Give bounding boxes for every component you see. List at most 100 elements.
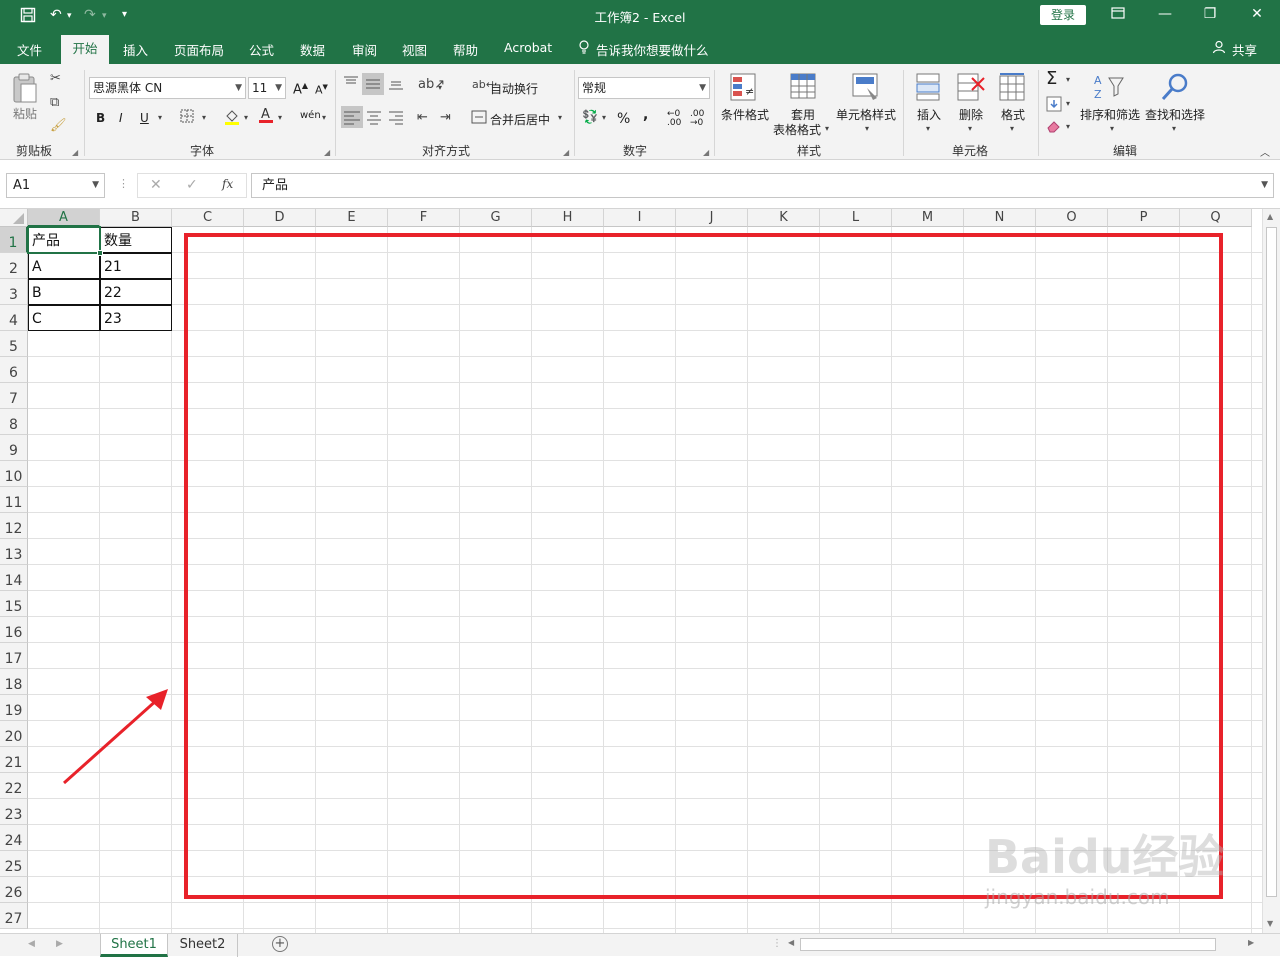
collapse-ribbon-icon[interactable]: ︿ bbox=[1260, 144, 1270, 159]
merge-center-icon[interactable] bbox=[471, 110, 487, 128]
tab-home[interactable]: 开始 bbox=[61, 35, 109, 64]
expand-formula-bar-icon[interactable]: ▼ bbox=[1261, 174, 1268, 197]
hscroll-right-icon[interactable]: ▶ bbox=[1248, 938, 1254, 947]
horizontal-scroll-thumb[interactable] bbox=[800, 938, 1216, 951]
number-launcher-icon[interactable]: ◢ bbox=[703, 148, 709, 157]
scroll-down-icon[interactable]: ▼ bbox=[1267, 919, 1273, 928]
accounting-dropdown-icon[interactable]: ▾ bbox=[602, 113, 606, 122]
alignment-launcher-icon[interactable]: ◢ bbox=[563, 148, 569, 157]
comma-style-button[interactable]: , bbox=[643, 107, 648, 123]
font-color-icon[interactable]: A bbox=[258, 106, 274, 128]
format-as-table-dropdown-icon[interactable]: ▾ bbox=[825, 124, 829, 133]
format-cells-button[interactable]: 格式 bbox=[1001, 106, 1025, 123]
conditional-formatting-icon[interactable]: ≠ bbox=[729, 72, 759, 106]
underline-button[interactable]: U bbox=[140, 111, 149, 125]
sheet-tab-sheet1[interactable]: Sheet1 bbox=[100, 934, 168, 957]
minimize-icon[interactable]: — bbox=[1155, 6, 1175, 22]
fill-color-dropdown-icon[interactable]: ▾ bbox=[244, 113, 248, 122]
tab-help[interactable]: 帮助 bbox=[453, 40, 478, 59]
clear-dropdown-icon[interactable]: ▾ bbox=[1066, 122, 1070, 131]
cancel-icon[interactable]: ✕ bbox=[150, 177, 162, 193]
format-cells-icon[interactable] bbox=[998, 72, 1028, 106]
format-painter-icon[interactable]: 🖌 bbox=[50, 118, 67, 133]
worksheet-grid[interactable]: ABCDEFGHIJKLMNOPQ 1 2 3 4 5 6 7 8 9 10 11 12 13 14 15 1… bbox=[0, 209, 1262, 933]
more-sheets-icon[interactable]: ⋮ bbox=[772, 938, 782, 949]
shrink-font-icon[interactable]: A▼ bbox=[315, 83, 328, 97]
share-user-icon[interactable] bbox=[1212, 40, 1226, 57]
enter-icon[interactable]: ✓ bbox=[186, 177, 198, 193]
paste-icon[interactable] bbox=[11, 72, 39, 108]
sheet-scroll-right-icon[interactable]: ▶ bbox=[56, 939, 63, 949]
font-color-dropdown-icon[interactable]: ▾ bbox=[278, 113, 282, 122]
increase-indent-icon[interactable]: ⇥ bbox=[440, 110, 451, 125]
tell-me-search[interactable]: 告诉我你想要做什么 bbox=[596, 40, 709, 59]
align-center-icon[interactable] bbox=[366, 110, 382, 130]
tab-data[interactable]: 数据 bbox=[300, 40, 325, 59]
delete-cells-icon[interactable] bbox=[956, 72, 986, 106]
find-select-icon[interactable] bbox=[1160, 72, 1190, 106]
clipboard-launcher-icon[interactable]: ◢ bbox=[72, 148, 78, 157]
borders-icon[interactable] bbox=[180, 109, 194, 127]
format-as-table-line2[interactable]: 表格格式 bbox=[773, 121, 821, 138]
tab-acrobat[interactable]: Acrobat bbox=[504, 40, 552, 55]
align-right-icon[interactable] bbox=[388, 110, 404, 130]
conditional-formatting-button[interactable]: 条件格式 bbox=[721, 106, 769, 123]
tab-view[interactable]: 视图 bbox=[402, 40, 427, 59]
font-size-combo[interactable]: 11 ▼ bbox=[248, 77, 286, 99]
phonetic-dropdown-icon[interactable]: ▾ bbox=[322, 113, 326, 122]
font-name-combo[interactable]: 思源黑体 CN ▼ bbox=[89, 77, 246, 99]
autosum-icon[interactable]: Σ bbox=[1046, 68, 1057, 89]
clear-icon[interactable] bbox=[1046, 119, 1062, 137]
fill-icon[interactable] bbox=[1046, 96, 1062, 116]
orientation-dropdown-icon[interactable]: ▾ bbox=[438, 83, 442, 92]
underline-dropdown-icon[interactable]: ▾ bbox=[158, 113, 162, 122]
vertical-scrollbar[interactable]: ▲ ▼ bbox=[1262, 209, 1280, 933]
close-icon[interactable]: ✕ bbox=[1247, 6, 1267, 22]
merge-center-button[interactable]: 合并后居中 bbox=[490, 111, 550, 128]
tab-file[interactable]: 文件 bbox=[17, 40, 42, 59]
share-button[interactable]: 共享 bbox=[1232, 40, 1257, 59]
align-middle-icon[interactable] bbox=[362, 73, 384, 95]
cut-icon[interactable]: ✂ bbox=[50, 71, 61, 86]
more-options-icon[interactable]: ⋮ bbox=[118, 177, 129, 190]
font-launcher-icon[interactable]: ◢ bbox=[324, 148, 330, 157]
find-select-dropdown-icon[interactable]: ▾ bbox=[1172, 124, 1176, 133]
grow-font-icon[interactable]: A▲ bbox=[293, 81, 308, 97]
paste-button[interactable]: 粘贴 bbox=[13, 105, 37, 122]
merge-dropdown-icon[interactable]: ▾ bbox=[558, 113, 562, 122]
decrease-indent-icon[interactable]: ⇤ bbox=[417, 110, 428, 125]
insert-function-button[interactable]: fx bbox=[222, 177, 233, 191]
restore-icon[interactable]: ❐ bbox=[1200, 6, 1220, 22]
insert-cells-icon[interactable] bbox=[915, 72, 943, 106]
find-select-button[interactable]: 查找和选择 bbox=[1145, 106, 1205, 123]
login-button[interactable]: 登录 bbox=[1040, 5, 1086, 25]
decrease-decimal-icon[interactable]: .00 →0 bbox=[690, 110, 704, 128]
cell-styles-button[interactable]: 单元格样式 bbox=[836, 106, 896, 123]
italic-button[interactable]: I bbox=[119, 111, 123, 125]
fill-color-icon[interactable] bbox=[224, 108, 240, 130]
vertical-scroll-thumb[interactable] bbox=[1266, 227, 1277, 897]
tab-formulas[interactable]: 公式 bbox=[249, 40, 274, 59]
format-dropdown-icon[interactable]: ▾ bbox=[1010, 124, 1014, 133]
format-as-table-icon[interactable] bbox=[789, 72, 819, 106]
add-sheet-icon[interactable]: + bbox=[272, 936, 288, 952]
sheet-scroll-left-icon[interactable]: ◀ bbox=[28, 939, 35, 949]
tab-review[interactable]: 审阅 bbox=[352, 40, 377, 59]
copy-icon[interactable]: ⧉ bbox=[50, 95, 59, 110]
borders-dropdown-icon[interactable]: ▾ bbox=[202, 113, 206, 122]
scroll-up-icon[interactable]: ▲ bbox=[1267, 212, 1273, 221]
delete-dropdown-icon[interactable]: ▾ bbox=[968, 124, 972, 133]
phonetic-guide-icon[interactable]: wén bbox=[300, 110, 321, 121]
accounting-format-icon[interactable]: 💱 bbox=[582, 110, 598, 125]
sort-filter-icon[interactable]: AZ bbox=[1093, 72, 1125, 106]
number-format-combo[interactable]: 常规 ▼ bbox=[578, 77, 710, 99]
wrap-text-button[interactable]: 自动换行 bbox=[490, 80, 538, 97]
tab-page-layout[interactable]: 页面布局 bbox=[174, 40, 224, 59]
autosum-dropdown-icon[interactable]: ▾ bbox=[1066, 75, 1070, 84]
name-box[interactable]: A1 ▼ bbox=[6, 173, 105, 198]
hscroll-left-icon[interactable]: ◀ bbox=[788, 938, 794, 947]
delete-cells-button[interactable]: 删除 bbox=[959, 106, 983, 123]
align-top-icon[interactable] bbox=[343, 75, 359, 93]
percent-style-button[interactable]: % bbox=[617, 111, 630, 127]
align-bottom-icon[interactable] bbox=[388, 75, 404, 95]
